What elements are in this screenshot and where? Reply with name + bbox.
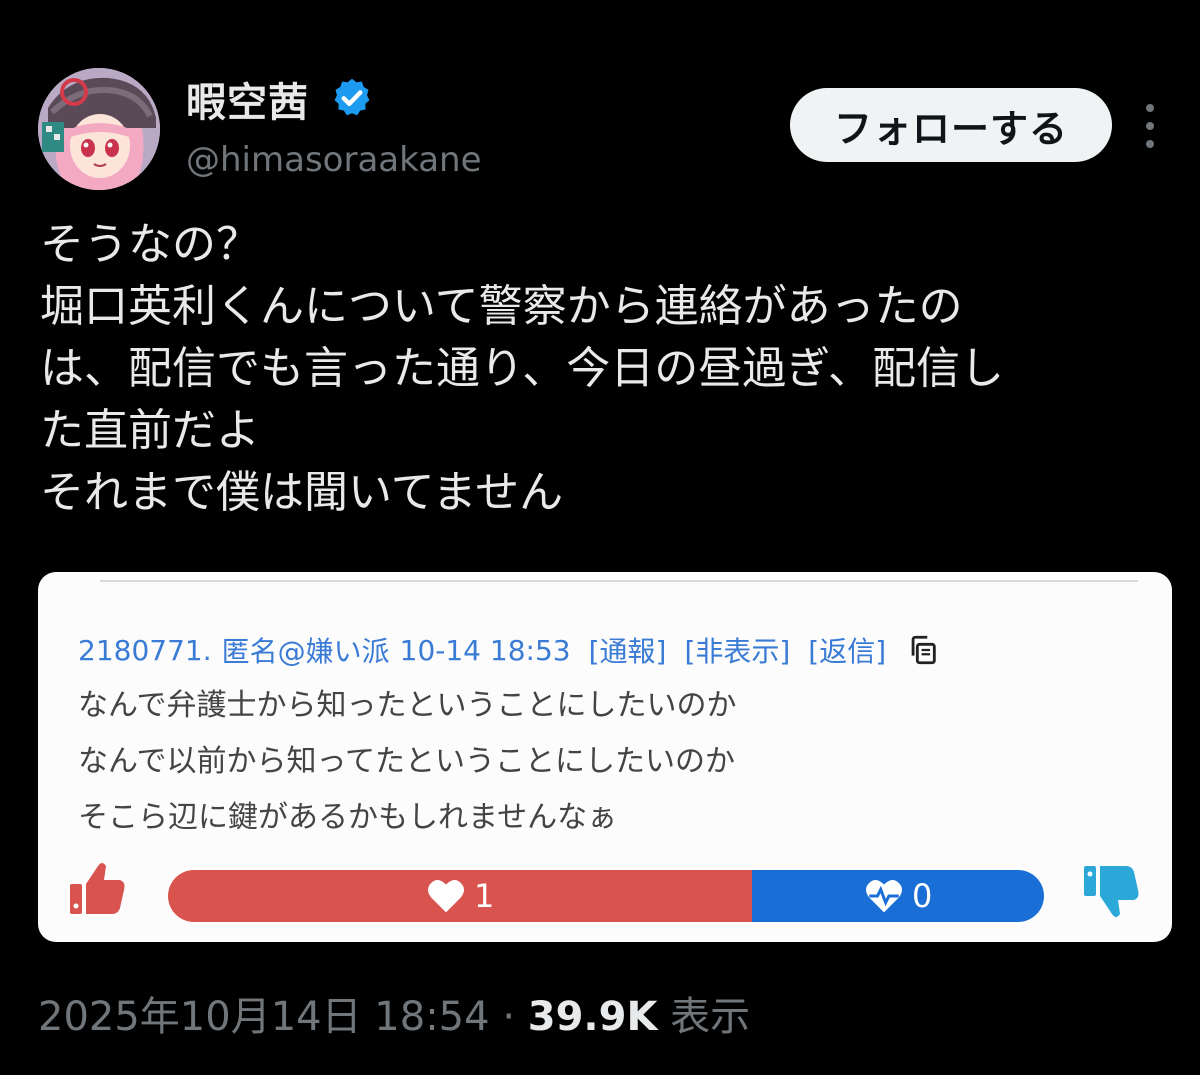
attached-image-card[interactable]: 2180771. 匿名@嫌い派 10-14 18:53 [通報] [非表示] [… bbox=[38, 572, 1172, 942]
display-name[interactable]: 暇空茜 bbox=[186, 70, 309, 128]
tweet-date[interactable]: 2025年10月14日 18:54 bbox=[38, 994, 490, 1040]
tweet-page: 暇空茜 @himasoraakane フォローする そうなの？ 堀口英利くんにつ… bbox=[0, 0, 1200, 1075]
hide-link[interactable]: [非表示] bbox=[684, 630, 790, 670]
avatar[interactable] bbox=[38, 68, 160, 190]
tweet-text: そうなの？ 堀口英利くんについて警察から連絡があったの は、配信でも言った通り、… bbox=[40, 214, 1170, 524]
follow-button[interactable]: フォローする bbox=[790, 88, 1112, 162]
post-datetime: 10-14 18:53 bbox=[399, 633, 571, 667]
report-link[interactable]: [通報] bbox=[589, 630, 667, 670]
tweet-line: た直前だよ bbox=[40, 405, 260, 456]
copy-icon[interactable] bbox=[906, 633, 940, 667]
views-label: 表示 bbox=[670, 994, 751, 1040]
post-line: なんで弁護士から知ったということにしたいのか bbox=[78, 688, 737, 723]
thumbs-down-icon[interactable] bbox=[1082, 864, 1142, 920]
tweet-line: 堀口英利くんについて警察から連絡があったの bbox=[40, 281, 963, 332]
post-line: なんで以前から知ってたということにしたいのか bbox=[78, 744, 735, 779]
post-author: 匿名@嫌い派 bbox=[221, 635, 390, 668]
more-menu-icon[interactable] bbox=[1138, 104, 1162, 148]
thumbs-up-icon[interactable] bbox=[68, 860, 128, 916]
tweet-line: それまで僕は聞いてません bbox=[40, 467, 564, 518]
good-vote-segment[interactable]: 1 bbox=[168, 870, 753, 922]
bad-vote-count: 0 bbox=[911, 877, 933, 915]
reply-link[interactable]: [返信] bbox=[808, 630, 886, 670]
card-divider bbox=[100, 580, 1138, 582]
post-line: そこら辺に鍵があるかもしれませんなぁ bbox=[78, 800, 618, 835]
vote-bar: 1 0 bbox=[168, 870, 1044, 922]
heart-icon bbox=[427, 880, 464, 913]
bad-vote-segment[interactable]: 0 bbox=[752, 870, 1044, 922]
handle[interactable]: @himasoraakane bbox=[186, 140, 482, 180]
avatar-image bbox=[38, 68, 160, 190]
heartbeat-icon bbox=[865, 880, 902, 913]
meta-separator: · bbox=[502, 994, 516, 1040]
tweet-line: そうなの？ bbox=[40, 219, 260, 270]
good-vote-count: 1 bbox=[473, 877, 495, 915]
tweet-meta: 2025年10月14日 18:54 · 39.9K 表示 bbox=[38, 984, 750, 1042]
tweet-line: は、配信でも言った通り、今日の昼過ぎ、配信し bbox=[40, 343, 1005, 394]
verified-badge-icon[interactable] bbox=[330, 76, 374, 120]
post-id: 2180771. bbox=[78, 633, 212, 667]
post-header: 2180771. 匿名@嫌い派 10-14 18:53 [通報] [非表示] [… bbox=[78, 630, 940, 670]
post-body: なんで弁護士から知ったということにしたいのか なんで以前から知ってたということに… bbox=[78, 678, 737, 846]
views-count[interactable]: 39.9K bbox=[528, 994, 658, 1040]
